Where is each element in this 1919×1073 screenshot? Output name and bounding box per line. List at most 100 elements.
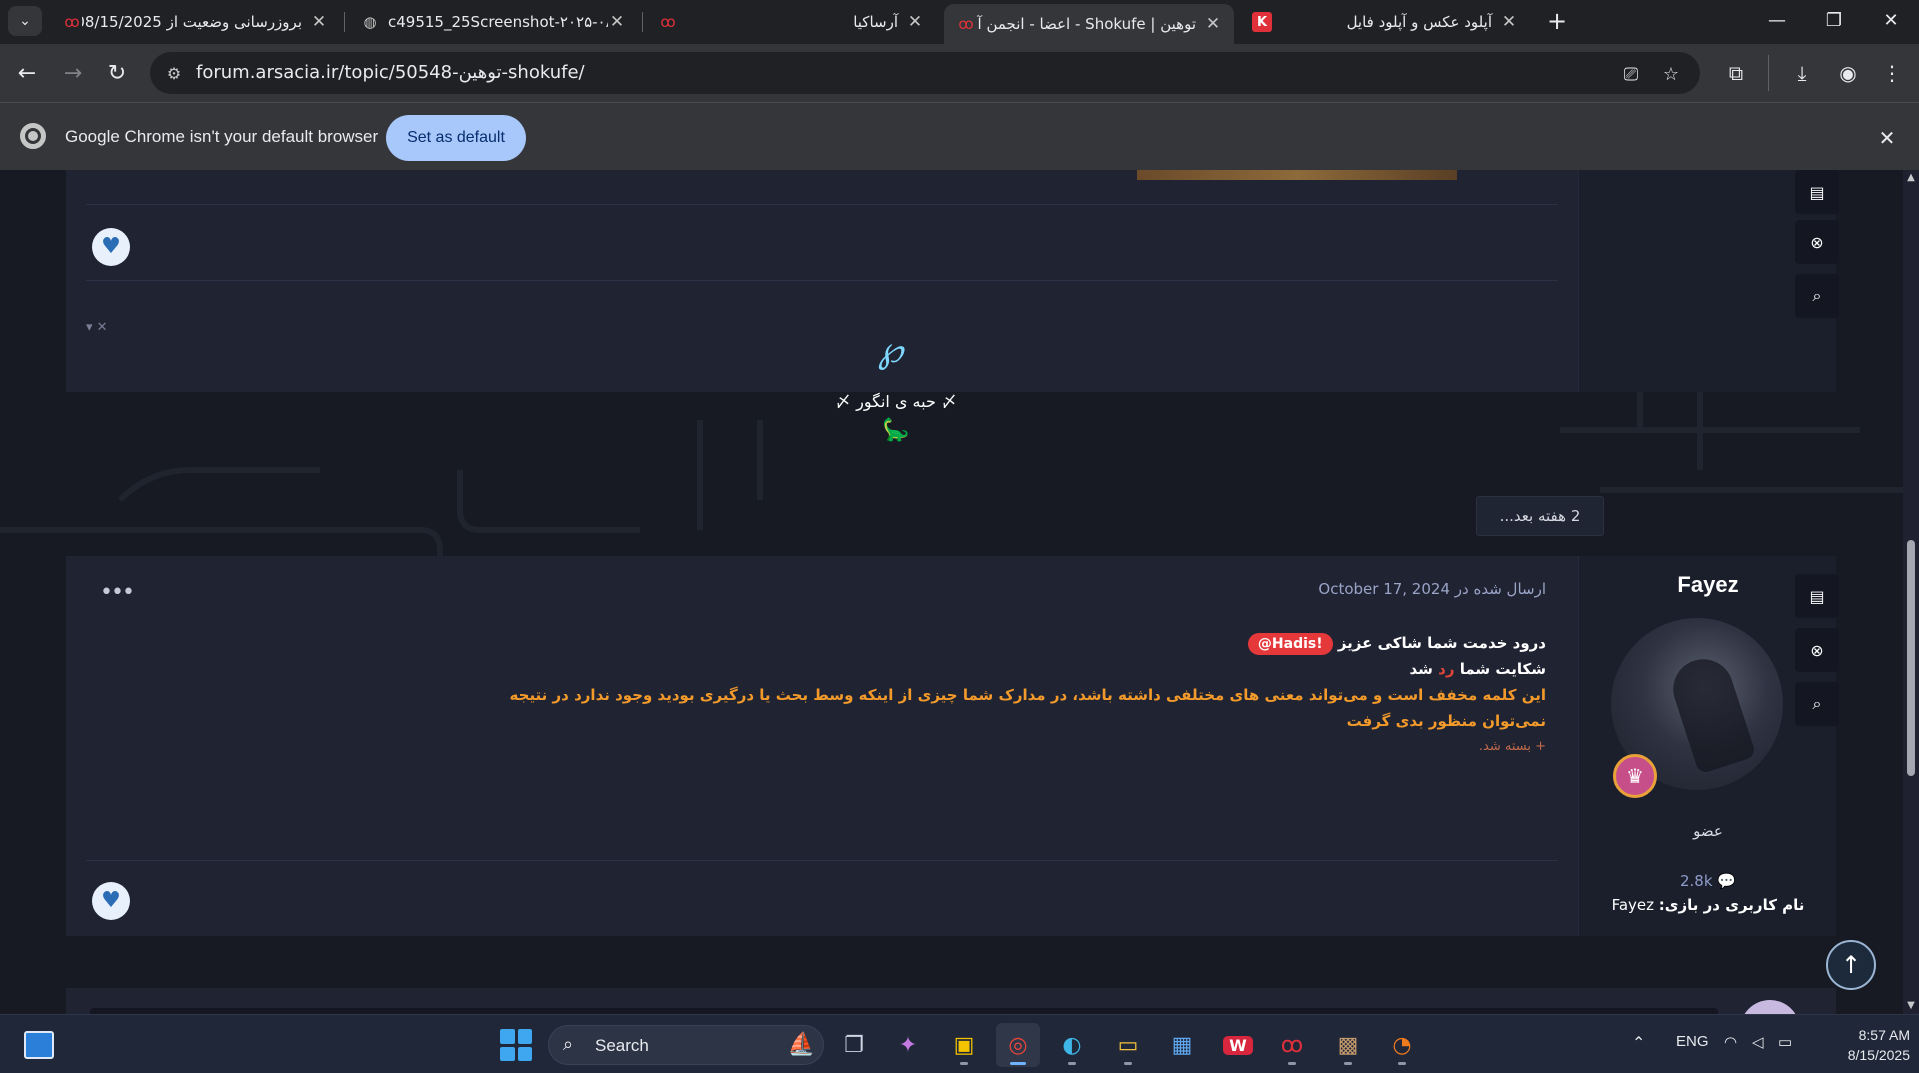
greeting-line: درود خدمت شما شاکی عزیز @Hadis! <box>446 630 1546 656</box>
address-bar[interactable]: ⚙ forum.arsacia.ir/topic/50548-توهین-sho… <box>150 52 1700 94</box>
chrome-icon[interactable]: ◎ <box>996 1023 1040 1067</box>
comment-icon: 💬 <box>1717 872 1736 890</box>
close-icon[interactable]: ✕ <box>1204 14 1222 34</box>
post-count-value: 2.8k <box>1679 872 1713 890</box>
new-tab-button[interactable]: + <box>1542 6 1572 36</box>
download-icon[interactable]: ⤓ <box>1788 59 1816 87</box>
close-icon[interactable]: ✕ <box>1500 12 1518 32</box>
previous-post: ♥ ▾ ✕ ℘ 〆 حبه ی انگور 〆 🦕 ▤ ⊗ ⌕ <box>66 170 1839 443</box>
tab-4-active[interactable]: ꝏ توهین | Shokufe - اعضا - انجمن آ ✕ <box>944 4 1234 44</box>
site-info-icon[interactable]: ⚙ <box>162 61 186 85</box>
file-explorer-icon[interactable]: ▭ <box>1106 1023 1150 1067</box>
close-circle-icon: ⊗ <box>1810 232 1824 252</box>
time-gap-badge: 2 هفته بعد... <box>1476 496 1604 536</box>
user-mention[interactable]: @Hadis! <box>1247 633 1333 655</box>
url-text[interactable]: forum.arsacia.ir/topic/50548-توهین-shoku… <box>196 62 585 83</box>
close-icon[interactable]: ✕ <box>1872 125 1902 151</box>
tab-2[interactable]: ◍ c49515_25Screenshot-۲۰۲۵-۰۸-۱ ✕ <box>348 4 638 40</box>
restore-button[interactable]: ❐ <box>1806 0 1862 40</box>
extensions-icon[interactable]: ⧉ <box>1722 59 1750 87</box>
search-user-button[interactable]: ⌕ <box>1795 274 1839 318</box>
search-icon: ⌕ <box>563 1034 574 1055</box>
greeting-text: درود خدمت شما شاکی عزیز <box>1337 634 1546 652</box>
divider <box>86 280 1558 281</box>
tab-5[interactable]: K آپلود عکس و آپلود فایل ✕ <box>1240 4 1530 40</box>
post-options-icon[interactable]: ••• <box>100 580 135 605</box>
store-icon[interactable]: ▦ <box>1160 1023 1204 1067</box>
game-username-label: نام کاربری در بازی: <box>1658 896 1805 914</box>
avatar[interactable] <box>1740 1000 1800 1014</box>
signature-logo: ℘ <box>878 330 904 371</box>
scroll-to-top-button[interactable]: ↑ <box>1826 940 1876 990</box>
task-view-icon[interactable]: ❐ <box>832 1023 876 1067</box>
language-indicator[interactable]: ENG <box>1676 1033 1709 1050</box>
wifi-icon[interactable]: ◠ <box>1724 1033 1737 1051</box>
minimize-button[interactable]: — <box>1749 0 1805 40</box>
profile-card-button[interactable]: ▤ <box>1795 170 1839 214</box>
back-button[interactable]: ← <box>10 56 44 90</box>
page-scrollbar[interactable]: ▲ ▼ <box>1903 170 1919 1014</box>
bookmark-star-icon[interactable]: ☆ <box>1658 61 1684 87</box>
start-button[interactable] <box>500 1029 532 1061</box>
arsacia-logo-icon: ꝏ <box>64 13 80 31</box>
status-prefix: شکایت شما <box>1459 660 1546 678</box>
menu-kebab-icon[interactable]: ⋮ <box>1878 59 1906 87</box>
edge-icon[interactable]: ◐ <box>1050 1023 1094 1067</box>
tab-3[interactable]: ꝏ آرساکیا ✕ <box>646 4 936 40</box>
widgets-icon[interactable] <box>24 1031 54 1059</box>
report-button[interactable]: ⊗ <box>1795 220 1839 264</box>
scroll-down-icon[interactable]: ▼ <box>1906 1000 1916 1011</box>
scroll-up-icon[interactable]: ▲ <box>1906 172 1916 183</box>
game-app-icon[interactable]: ▩ <box>1326 1023 1370 1067</box>
tab-title: آپلود عکس و آپلود فایل <box>1346 13 1492 31</box>
attached-image[interactable] <box>1137 170 1457 180</box>
profile-icon[interactable]: ◉ <box>1834 59 1862 87</box>
app-orange-icon[interactable]: ◔ <box>1380 1023 1424 1067</box>
tray-chevron-up-icon[interactable]: ⌃ <box>1632 1033 1645 1053</box>
kmplayer-icon[interactable]: ▣ <box>942 1023 986 1067</box>
game-username-value: Fayez <box>1611 896 1655 914</box>
caret-down-icon: ▾ <box>86 320 93 335</box>
arrow-right-icon: → <box>63 60 83 86</box>
like-button[interactable]: ♥ <box>92 228 130 266</box>
search-icon: ⌕ <box>1812 694 1822 713</box>
game-username: نام کاربری در بازی: Fayez <box>1579 896 1837 914</box>
forward-button[interactable]: → <box>56 56 90 90</box>
signature-emoji: 🦕 <box>882 418 910 443</box>
set-as-default-button[interactable]: Set as default <box>386 115 526 161</box>
scrollbar-thumb[interactable] <box>1907 540 1915 776</box>
close-icon[interactable]: ✕ <box>608 12 626 32</box>
profile-card-button[interactable]: ▤ <box>1795 574 1839 618</box>
search-user-button[interactable]: ⌕ <box>1795 682 1839 726</box>
tab-search-button[interactable]: ⌄ <box>8 6 42 36</box>
post-count: 2.8k 💬 <box>1579 872 1837 890</box>
status-word: رد <box>1438 660 1455 678</box>
date-prefix: ارسال شده در <box>1454 580 1546 598</box>
id-card-icon: ▤ <box>1809 182 1825 202</box>
close-icon[interactable]: ✕ <box>310 12 328 32</box>
heart-icon: ♥ <box>101 234 121 259</box>
windows-taskbar: ⌕ Search ⛵ ❐ ✦ ▣ ◎ ◐ ▭ ▦ W ꝏ ▩ ◔ ⌃ ENG ◠… <box>0 1014 1919 1073</box>
restore-icon: ❐ <box>1825 9 1843 31</box>
copilot-icon[interactable]: ✦ <box>886 1023 930 1067</box>
system-clock[interactable]: 8:57 AM 8/15/2025 <box>1814 1025 1910 1065</box>
close-icon[interactable]: ✕ <box>906 12 924 32</box>
date-value[interactable]: October 17, 2024 <box>1318 580 1450 598</box>
tab-title: توهین | Shokufe - اعضا - انجمن آ <box>977 15 1196 33</box>
volume-icon[interactable]: ◁ <box>1752 1033 1764 1051</box>
reload-button[interactable]: ↻ <box>100 56 134 90</box>
arsacia-logo-icon: ꝏ <box>958 15 974 33</box>
like-button[interactable]: ♥ <box>92 882 130 920</box>
install-app-icon[interactable]: ⎚ <box>1618 61 1644 87</box>
tab-separator <box>344 12 345 32</box>
arsacia-app-icon[interactable]: ꝏ <box>1270 1023 1314 1067</box>
close-window-button[interactable]: ✕ <box>1863 0 1919 40</box>
battery-icon[interactable]: ▭ <box>1778 1033 1792 1051</box>
wps-office-icon[interactable]: W <box>1216 1023 1260 1067</box>
tab-1[interactable]: ꝏ بروزرسانی وضعیت از 08/15/2025 ✕ <box>50 4 340 40</box>
report-button[interactable]: ⊗ <box>1795 628 1839 672</box>
signature-toggle[interactable]: ▾ ✕ <box>86 320 108 335</box>
taskbar-search[interactable]: ⌕ Search ⛵ <box>548 1025 824 1065</box>
browser-toolbar: ← → ↻ ⚙ forum.arsacia.ir/topic/50548-توه… <box>0 44 1919 102</box>
uploader-k-icon: K <box>1252 12 1272 32</box>
